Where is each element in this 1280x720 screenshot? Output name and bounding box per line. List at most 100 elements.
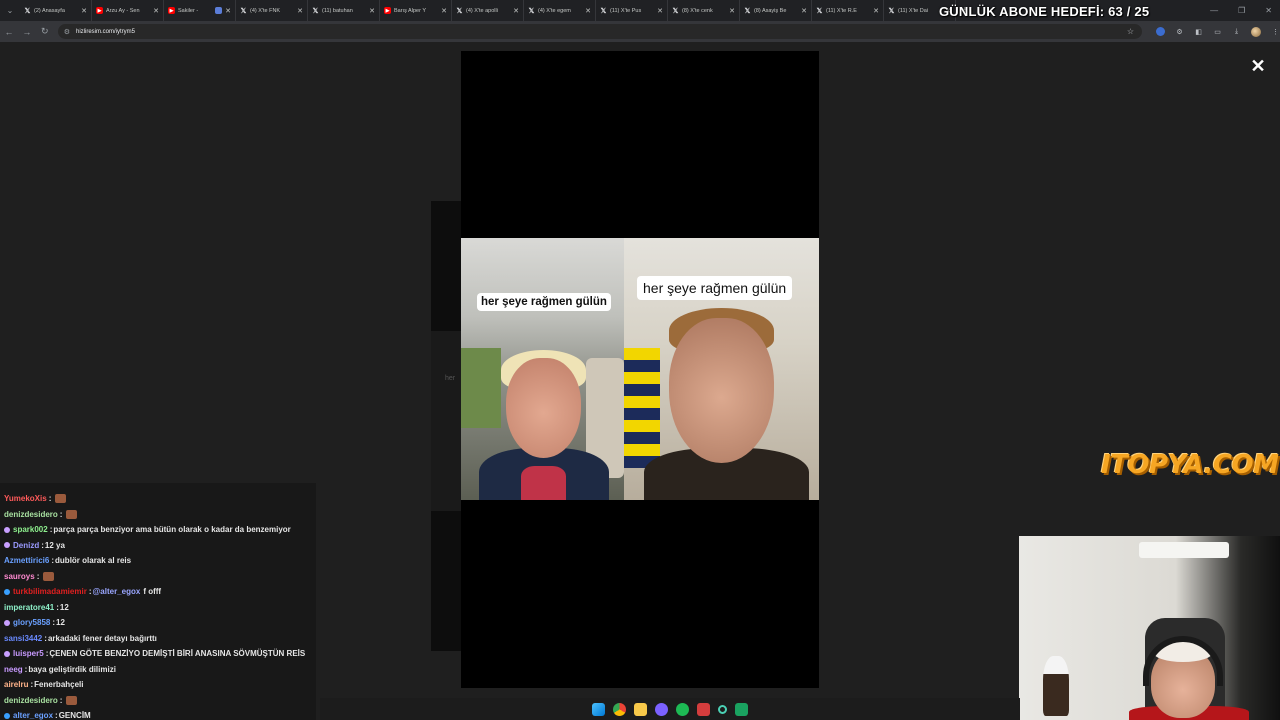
browser-tab[interactable]: ▶ Arzu Ay - Sen ✕ (92, 0, 164, 21)
site-info-icon[interactable]: ⚙ (64, 28, 70, 36)
tab-close-icon[interactable]: ✕ (369, 7, 375, 15)
chrome-icon[interactable] (613, 702, 626, 716)
chat-username[interactable]: glory5858 (13, 618, 50, 627)
reload-icon[interactable]: ↻ (36, 26, 54, 37)
youtube-icon: ▶ (168, 7, 175, 14)
browser-tab[interactable]: 𝕏 (8) X'te cenk ✕ (668, 0, 740, 21)
maximize-icon[interactable]: ❐ (1238, 6, 1245, 15)
menu-kebab-icon[interactable]: ⋮ (1271, 27, 1280, 36)
shared-image[interactable]: her şeye rağmen gülün her şeye rağmen gü… (461, 238, 819, 500)
tab-close-icon[interactable]: ✕ (801, 7, 807, 15)
chat-separator: : (44, 633, 47, 643)
tab-close-icon[interactable]: ✕ (873, 7, 879, 15)
tab-label: Barış Alper Y (394, 7, 426, 14)
tab-label: (11) X'te R.E (826, 7, 857, 14)
x-icon: 𝕏 (600, 7, 607, 15)
browser-tab[interactable]: 𝕏 (11) X'te Pus ✕ (596, 0, 668, 21)
tab-close-icon[interactable]: ✕ (729, 7, 735, 15)
chat-username[interactable]: YumekoXis (4, 494, 47, 503)
chat-username[interactable]: Denizd (13, 541, 39, 550)
tab-label: (11) batuhan (322, 7, 353, 14)
chat-username[interactable]: alter_egox (13, 711, 53, 720)
obs-icon[interactable] (718, 704, 727, 714)
tab-close-icon[interactable]: ✕ (657, 7, 663, 15)
chat-message: alter_egox: GENCİM (0, 708, 316, 720)
browser-tab[interactable]: 𝕏 (11) X'te R.E ✕ (812, 0, 884, 21)
chat-separator: : (45, 649, 49, 659)
chat-message: turkbilimadamiemir: @alter_egox f offf (0, 584, 316, 600)
chat-username[interactable]: sauroys (4, 572, 35, 581)
chat-username[interactable]: sansi3442 (4, 634, 42, 643)
window-close-icon[interactable]: ✕ (1265, 6, 1272, 15)
sub-goal-overlay: GÜNLÜK ABONE HEDEFİ: 63 / 25 (939, 4, 1150, 19)
extensions-area: ⚙ ◧ ▭ ⤓ ⋮ (1156, 26, 1280, 37)
extension-gear-icon[interactable]: ⚙ (1175, 27, 1184, 36)
browser-tab[interactable]: 𝕏 (8) Asayiş Be ✕ (740, 0, 812, 21)
air-conditioner (1139, 542, 1229, 558)
image-right-panel: her şeye rağmen gülün (624, 238, 819, 500)
browser-tab[interactable]: 𝕏 (4) X'te FNK ✕ (236, 0, 308, 21)
browser-tab[interactable]: ▶ Sakiler - ✕ (164, 0, 236, 21)
bookmark-star-icon[interactable]: ☆ (1127, 27, 1134, 36)
chat-text: parça parça benziyor ama bütün olarak o … (53, 525, 291, 535)
discord-icon[interactable] (655, 702, 668, 716)
browser-tab[interactable]: 𝕏 (4) X'te egem ✕ (524, 0, 596, 21)
chat-panel: YumekoXis: denizdesidero: spark002: parç… (0, 483, 316, 720)
browser-tab[interactable]: 𝕏 (11) batuhan ✕ (308, 0, 380, 21)
chat-text: dublör olarak al reis (55, 556, 132, 566)
extension-blue-icon[interactable] (1156, 27, 1165, 36)
chat-text: 12 (56, 618, 65, 628)
url-text[interactable]: hizliresim.com/iytrym5 (76, 29, 135, 35)
x-icon: 𝕏 (456, 7, 463, 15)
chat-emote-icon (66, 509, 78, 519)
browser-tab[interactable]: 𝕏 (2) Anasayfa ✕ (20, 0, 92, 21)
tab-close-icon[interactable]: ✕ (81, 7, 87, 15)
chat-mention[interactable]: @alter_egox (92, 587, 140, 596)
tab-close-icon[interactable]: ✕ (513, 7, 519, 15)
chat-message: sansi3442: arkadaki fener detayı bağırtt… (0, 631, 316, 647)
back-icon[interactable]: ← (0, 27, 18, 37)
x-app-icon[interactable] (697, 702, 710, 716)
tab-close-icon[interactable]: ✕ (441, 7, 447, 15)
download-icon[interactable]: ⤓ (1232, 27, 1241, 36)
close-viewer-icon[interactable]: ✕ (1249, 57, 1267, 75)
chat-separator: : (56, 602, 59, 612)
person-right-face (669, 318, 774, 463)
minimize-icon[interactable]: — (1210, 6, 1218, 15)
chat-username[interactable]: imperatore41 (4, 603, 54, 612)
tab-close-icon[interactable]: ✕ (585, 7, 591, 15)
chat-text: arkadaki fener detayı bağırttı (47, 633, 157, 643)
browser-tab[interactable]: ▶ Barış Alper Y ✕ (380, 0, 452, 21)
profile-avatar[interactable] (1251, 26, 1261, 37)
tab-close-icon[interactable]: ✕ (153, 7, 159, 15)
image-left-panel: her şeye rağmen gülün (461, 238, 624, 500)
tab-close-icon[interactable]: ✕ (297, 7, 303, 15)
chat-text: GENCİM (58, 711, 91, 720)
chat-username[interactable]: luisper5 (13, 649, 44, 658)
chat-badge-icon (4, 542, 10, 549)
tab-close-icon[interactable]: ✕ (225, 7, 231, 15)
green-app-icon[interactable] (735, 702, 748, 716)
chat-username[interactable]: spark002 (13, 525, 48, 534)
chat-username[interactable]: turkbilimadamiemir (13, 587, 87, 596)
chat-username[interactable]: airelru (4, 680, 28, 689)
chat-username[interactable]: denizdesidero (4, 510, 58, 519)
browser-tab[interactable]: 𝕏 (4) X'te apolli ✕ (452, 0, 524, 21)
chat-message: sauroys: (0, 569, 316, 585)
omnibox[interactable]: ⚙ hizliresim.com/iytrym5 ☆ (57, 24, 1142, 39)
chat-badge-icon (4, 712, 10, 719)
extensions-puzzle-icon[interactable]: ◧ (1194, 27, 1203, 36)
chat-username[interactable]: neeg (4, 665, 23, 674)
address-bar-row: ← → ↻ ⚙ hizliresim.com/iytrym5 ☆ ⚙ ◧ ▭ ⤓… (0, 21, 1280, 42)
sidebar-icon[interactable]: ▭ (1213, 27, 1222, 36)
spotify-icon[interactable] (676, 702, 689, 716)
file-explorer-icon[interactable] (634, 702, 647, 716)
eagle-figurine (1043, 656, 1069, 716)
fan-scarf (624, 348, 660, 468)
chat-username[interactable]: denizdesidero (4, 696, 58, 705)
tab-search-icon[interactable]: ⌄ (0, 0, 20, 21)
chat-username[interactable]: Azmettirici6 (4, 556, 49, 565)
chat-message: Azmettirici6: dublör olarak al reis (0, 553, 316, 569)
windows-start-icon[interactable] (592, 702, 605, 716)
forward-icon[interactable]: → (18, 27, 36, 37)
